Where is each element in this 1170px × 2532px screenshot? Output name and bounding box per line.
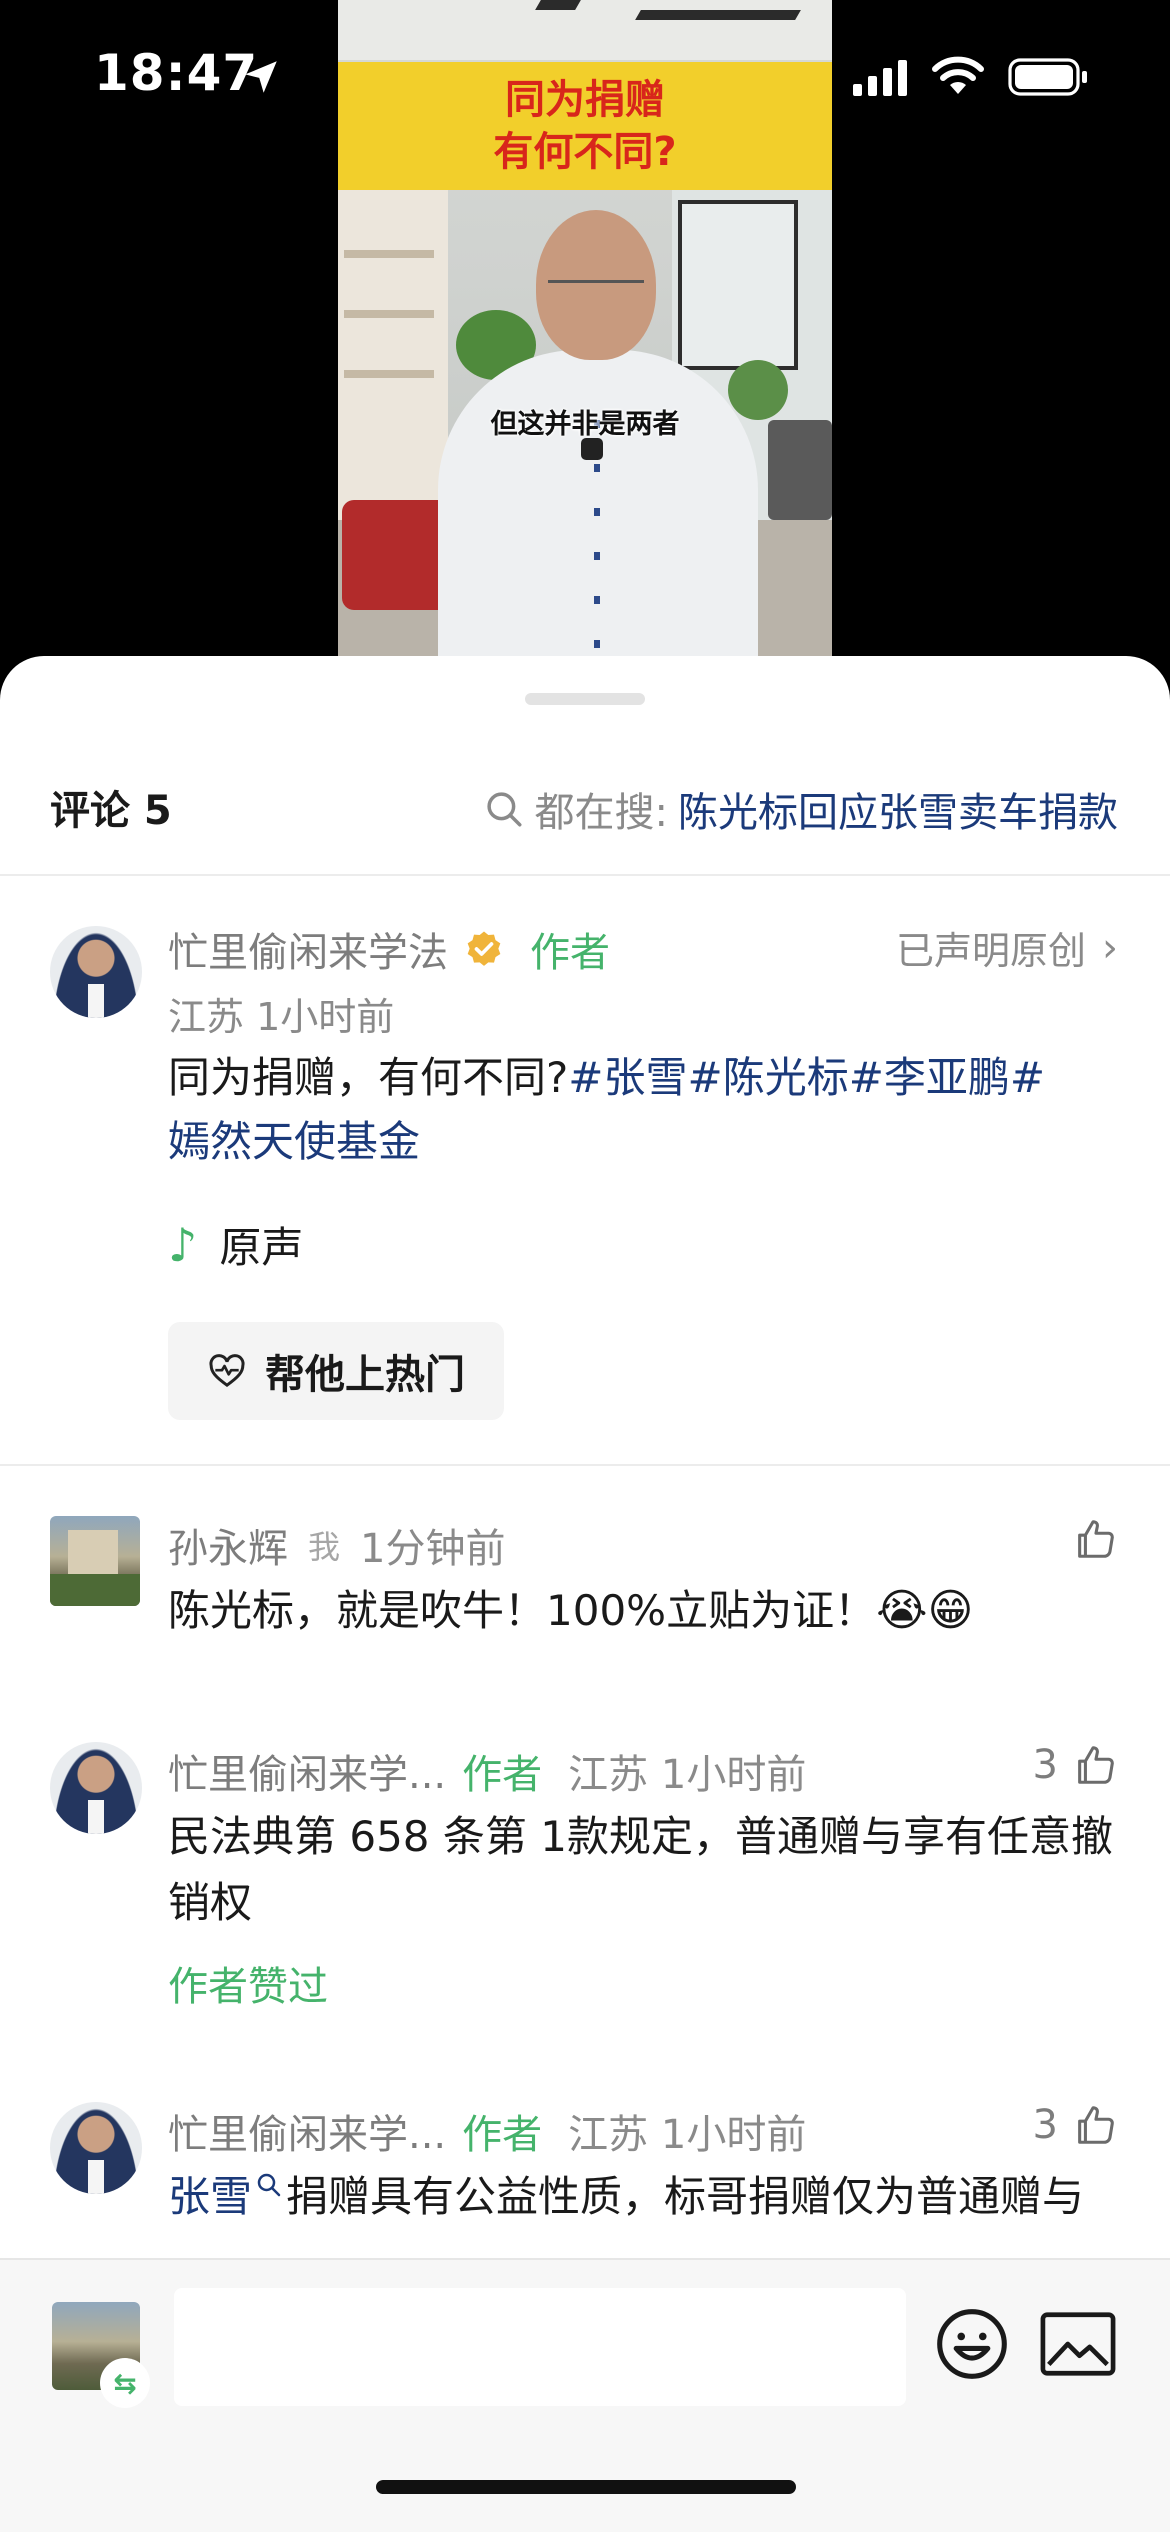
- video-person-glasses: [548, 280, 644, 300]
- author-avatar[interactable]: [50, 1742, 142, 1834]
- like-button[interactable]: [1058, 1516, 1118, 1562]
- comment-header: 忙里偷闲来学... 作者 江苏 1小时前: [168, 2102, 806, 2160]
- mention-link[interactable]: 张雪: [168, 2172, 252, 2221]
- audio-label: 原声: [219, 1223, 304, 1272]
- comment-count: 评论 5: [50, 788, 172, 834]
- like-count: 3: [1032, 2102, 1058, 2148]
- hashtag-link[interactable]: #张雪: [568, 1053, 687, 1102]
- comment-text: 陈光标，就是吹牛！100%立贴为证！😭😁: [168, 1578, 1128, 1644]
- author-tag: 作者: [530, 930, 610, 976]
- image-icon[interactable]: [1040, 2310, 1116, 2378]
- status-time: 18:47: [94, 44, 259, 102]
- hot-search-label: 都在搜:: [534, 790, 668, 836]
- commenter-name[interactable]: 忙里偷闲来学...: [168, 2102, 446, 2160]
- thumbs-up-icon: [1078, 2106, 1114, 2144]
- chevron-right-icon: ›: [1102, 924, 1118, 971]
- hashtag-link[interactable]: #李亚鹏#: [849, 1053, 1045, 1102]
- post-text: 同为捐赠，有何不同?#张雪#陈光标#李亚鹏# 嫣然天使基金: [168, 1046, 1128, 1174]
- video-microphone: [581, 438, 603, 460]
- search-icon[interactable]: [254, 2170, 284, 2200]
- wifi-icon: [932, 56, 984, 94]
- location-arrow-icon: [245, 61, 277, 93]
- hashtag-link[interactable]: #陈光标: [688, 1053, 849, 1102]
- original-declaration-link[interactable]: 已声明原创 ›: [896, 920, 1118, 975]
- hot-search-term[interactable]: 陈光标回应张雪卖车捐款: [678, 780, 1118, 838]
- comment-text-content: 陈光标，就是吹牛！100%立贴为证！: [168, 1586, 877, 1635]
- home-indicator[interactable]: [376, 2480, 796, 2494]
- switch-identity-icon[interactable]: ⇆: [100, 2358, 150, 2408]
- comment-item: 忙里偷闲来学... 作者 江苏 1小时前 3 张雪 捐赠具有公益性质，标哥捐赠仅…: [0, 2102, 1170, 2262]
- post-meta: 江苏 1小时前: [168, 995, 395, 1039]
- like-button[interactable]: 3: [1033, 1742, 1118, 1788]
- comment-location-time: 江苏 1小时前: [568, 2112, 807, 2158]
- search-icon: [486, 792, 522, 827]
- comment-emojis: 😭😁: [876, 1585, 974, 1636]
- verified-badge-icon: [467, 931, 501, 966]
- comment-location-time: 江苏 1小时前: [568, 1752, 807, 1798]
- author-avatar[interactable]: [50, 926, 142, 1018]
- video-red-chairs: [342, 500, 452, 610]
- emoji-icon[interactable]: [934, 2306, 1010, 2382]
- me-tag: 我: [308, 1528, 341, 1566]
- author-avatar[interactable]: [50, 2102, 142, 2194]
- user-avatar[interactable]: [50, 1516, 140, 1606]
- audio-link[interactable]: ♪ 原声: [168, 1214, 303, 1275]
- comment-item: 孙永辉 我 1分钟前 陈光标，就是吹牛！100%立贴为证！😭😁: [0, 1516, 1170, 1666]
- heart-pulse-icon: [209, 1354, 245, 1388]
- like-button[interactable]: 3: [1033, 2102, 1118, 2148]
- commenter-name[interactable]: 孙永辉: [168, 1516, 288, 1574]
- thumbs-up-icon: [1078, 1520, 1114, 1558]
- status-bar: 18:47: [0, 0, 1170, 150]
- author-tag: 作者: [462, 2112, 543, 2158]
- commenter-name[interactable]: 忙里偷闲来学...: [168, 1742, 446, 1800]
- author-post: 忙里偷闲来学法 作者 已声明原创 › 江苏 1小时前 同为捐赠，有何不同?#张雪…: [0, 876, 1170, 1420]
- boost-hot-label: 帮他上热门: [265, 1352, 465, 1398]
- like-count: 3: [1032, 1742, 1058, 1788]
- divider: [0, 1464, 1170, 1466]
- author-tag: 作者: [462, 1752, 543, 1798]
- comments-header: 评论 5 都在搜: 陈光标回应张雪卖车捐款: [0, 746, 1170, 876]
- hashtag-link[interactable]: 嫣然天使基金: [168, 1117, 420, 1166]
- post-author-name[interactable]: 忙里偷闲来学法: [168, 920, 448, 978]
- video-background-left: [338, 190, 448, 520]
- music-note-icon: ♪: [168, 1217, 198, 1272]
- comment-time: 1分钟前: [360, 1526, 506, 1572]
- post-text-plain: 同为捐赠，有何不同?: [168, 1053, 569, 1102]
- video-subtitle: 但这并非是两者: [490, 409, 680, 440]
- comment-input[interactable]: [174, 2288, 906, 2406]
- original-declaration-label: 已声明原创: [895, 929, 1086, 973]
- comment-text: 张雪 捐赠具有公益性质，标哥捐赠仅为普通赠与: [168, 2164, 1128, 2230]
- thumbs-up-icon: [1078, 1746, 1114, 1784]
- battery-icon: [1008, 58, 1087, 96]
- comment-item: 忙里偷闲来学... 作者 江苏 1小时前 3 民法典第 658 条第 1款规定，…: [0, 1742, 1170, 2022]
- sheet-grabber[interactable]: [525, 693, 645, 705]
- boost-hot-button[interactable]: 帮他上热门: [168, 1322, 504, 1420]
- comment-header: 孙永辉 我 1分钟前: [168, 1516, 505, 1574]
- comments-sheet: 评论 5 都在搜: 陈光标回应张雪卖车捐款 忙里偷闲来学法 作者 已声明原创 ›…: [0, 656, 1170, 2532]
- liked-by-author-label: 作者赞过: [168, 1964, 328, 2010]
- comment-header: 忙里偷闲来学... 作者 江苏 1小时前: [168, 1742, 806, 1800]
- video-glass-door: [678, 200, 798, 370]
- comment-text: 民法典第 658 条第 1款规定，普通赠与享有任意撤销权: [168, 1812, 1113, 1927]
- cellular-signal-icon: [853, 60, 907, 96]
- hot-search-link[interactable]: 都在搜: 陈光标回应张雪卖车捐款: [483, 780, 1118, 838]
- comment-text-content: 捐赠具有公益性质，标哥捐赠仅为普通赠与: [286, 2172, 1085, 2221]
- post-author-row: 忙里偷闲来学法 作者: [168, 920, 610, 978]
